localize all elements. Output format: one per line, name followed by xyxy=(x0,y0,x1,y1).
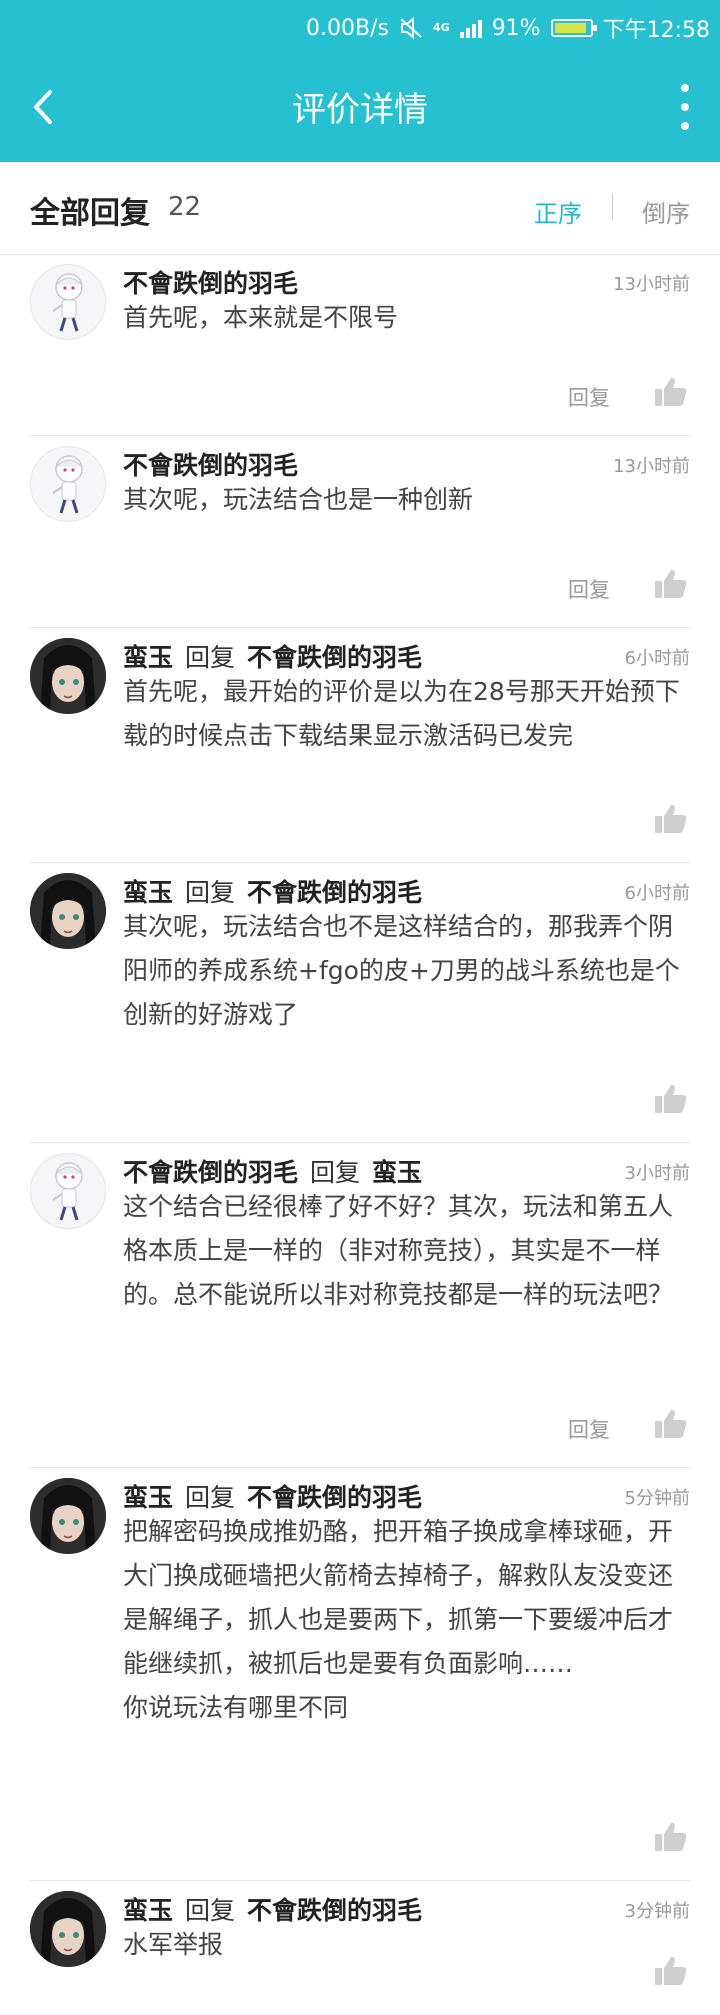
comment-item[interactable]: 不會跌倒的羽毛 回复 蛮玉 3小时前 这个结合已经很棒了好不好？其次，玩法和第五人格本质… xyxy=(0,1143,720,1468)
comment-item[interactable]: 蛮玉 回复 不會跌倒的羽毛 5分钟前把解密码换成推奶酪，把开箱子换成拿棒球砸，开大门换… xyxy=(0,1468,720,1881)
author-name[interactable]: 不會跌倒的羽毛 xyxy=(123,451,298,480)
author-name[interactable]: 蛮玉 xyxy=(123,1483,173,1512)
reply-to-name[interactable]: 蛮玉 xyxy=(372,1158,422,1187)
comment-time: 13小时前 xyxy=(613,274,690,295)
comment-text: 把解密码换成推奶酪，把开箱子换成拿棒球砸，开大门换成砸墙把火箭椅去掉椅子，解救队… xyxy=(123,1517,674,1722)
reply-button[interactable]: 回复 xyxy=(568,382,610,412)
network-type: 4G xyxy=(433,21,450,34)
comment-time: 13小时前 xyxy=(613,456,690,477)
reply-word: 回复 xyxy=(185,878,236,907)
author-name[interactable]: 蛮玉 xyxy=(123,878,173,907)
comment-author-line: 不會跌倒的羽毛 xyxy=(123,264,298,300)
author-name[interactable]: 不會跌倒的羽毛 xyxy=(123,1158,298,1187)
sort-descending-button[interactable]: 倒序 xyxy=(642,194,690,229)
avatar[interactable] xyxy=(30,264,106,340)
avatar[interactable] xyxy=(30,1891,106,1967)
battery-icon xyxy=(550,19,597,37)
comment-author-line: 不會跌倒的羽毛 回复 蛮玉 xyxy=(123,1153,422,1189)
author-name[interactable]: 蛮玉 xyxy=(123,643,173,672)
like-button[interactable] xyxy=(654,1955,688,1987)
reply-to-name[interactable]: 不會跌倒的羽毛 xyxy=(247,878,422,907)
thumbs-up-icon xyxy=(655,804,687,833)
comment-time: 3小时前 xyxy=(624,1163,690,1184)
comment-author-line: 蛮玉 回复 不會跌倒的羽毛 xyxy=(123,1891,422,1927)
avatar[interactable] xyxy=(30,1478,106,1554)
reply-word: 回复 xyxy=(185,1896,236,1925)
comment-time: 5分钟前 xyxy=(624,1488,690,1509)
more-dots-icon xyxy=(681,84,689,92)
thumbs-up-icon xyxy=(655,1084,687,1113)
thumbs-up-icon xyxy=(655,1956,687,1985)
comment-author-line: 蛮玉 回复 不會跌倒的羽毛 xyxy=(123,873,422,909)
comment-item[interactable]: 蛮玉 回复 不會跌倒的羽毛 6小时前首先呢，最开始的评价是以为在28号那天开始预下载的… xyxy=(0,628,720,863)
reply-count: 22 xyxy=(168,192,202,222)
thumbs-up-icon xyxy=(655,377,687,406)
comment-author-line: 蛮玉 回复 不會跌倒的羽毛 xyxy=(123,638,422,674)
avatar[interactable] xyxy=(30,638,106,714)
app-bar: 评价详情 xyxy=(0,52,720,162)
signal-icon xyxy=(459,18,482,38)
thumbs-up-icon xyxy=(655,569,687,598)
battery-percent: 91% xyxy=(491,15,541,41)
like-button[interactable] xyxy=(654,1821,688,1853)
like-button[interactable] xyxy=(654,1083,688,1115)
comment-author-line: 不會跌倒的羽毛 xyxy=(123,446,298,482)
author-name[interactable]: 蛮玉 xyxy=(123,1896,173,1925)
comment-author-line: 蛮玉 回复 不會跌倒的羽毛 xyxy=(123,1478,422,1514)
net-speed: 0.00B/s xyxy=(306,15,389,41)
comment-time: 6小时前 xyxy=(624,648,690,669)
comment-text: 其次呢，玩法结合也不是这样结合的，那我弄个阴阳师的养成系统+fgo的皮+刀男的战… xyxy=(123,912,680,1029)
reply-button[interactable]: 回复 xyxy=(568,1414,610,1444)
clock: 下午12:58 xyxy=(602,18,710,43)
reply-to-name[interactable]: 不會跌倒的羽毛 xyxy=(247,1483,422,1512)
avatar[interactable] xyxy=(30,1153,106,1229)
sort-ascending-button[interactable]: 正序 xyxy=(534,194,582,229)
reply-word: 回复 xyxy=(185,1483,236,1512)
comment-text: 首先呢，最开始的评价是以为在28号那天开始预下载的时候点击下载结果显示激活码已发… xyxy=(123,677,680,750)
all-replies-label: 全部回复 xyxy=(30,196,150,231)
comment-text: 这个结合已经很棒了好不好？其次，玩法和第五人格本质上是一样的（非对称竞技），其实… xyxy=(123,1192,674,1309)
thumbs-up-icon xyxy=(655,1409,687,1438)
status-bar: 0.00B/s 4G 91% 下午12:58 xyxy=(0,0,720,52)
comment-text: 水军举报 xyxy=(123,1930,224,1959)
page-title: 评价详情 xyxy=(292,90,428,130)
like-button[interactable] xyxy=(654,1408,688,1440)
like-button[interactable] xyxy=(654,376,688,408)
comment-time: 3分钟前 xyxy=(624,1901,690,1922)
comment-text: 首先呢，本来就是不限号 xyxy=(123,303,399,332)
like-button[interactable] xyxy=(654,568,688,600)
comment-item[interactable]: 不會跌倒的羽毛 13小时前首先呢，本来就是不限号回复 xyxy=(0,254,720,436)
like-button[interactable] xyxy=(654,803,688,835)
author-name[interactable]: 不會跌倒的羽毛 xyxy=(123,269,298,298)
comment-item[interactable]: 蛮玉 回复 不會跌倒的羽毛 3分钟前水军举报 xyxy=(0,1881,720,2015)
reply-word: 回复 xyxy=(185,643,236,672)
mute-vibrate-icon xyxy=(400,17,422,39)
reply-button[interactable]: 回复 xyxy=(568,574,610,604)
more-menu-button[interactable] xyxy=(670,84,700,130)
reply-word: 回复 xyxy=(310,1158,361,1187)
replies-header: 全部回复 22 正序 倒序 xyxy=(0,162,720,255)
avatar[interactable] xyxy=(30,446,106,522)
comment-item[interactable]: 蛮玉 回复 不會跌倒的羽毛 6小时前其次呢，玩法结合也不是这样结合的，那我弄个阴阳师的… xyxy=(0,863,720,1143)
comment-text: 其次呢，玩法结合也是一种创新 xyxy=(123,485,474,514)
comment-item[interactable]: 不會跌倒的羽毛 13小时前其次呢，玩法结合也是一种创新回复 xyxy=(0,436,720,628)
thumbs-up-icon xyxy=(655,1822,687,1851)
avatar[interactable] xyxy=(30,873,106,949)
reply-to-name[interactable]: 不會跌倒的羽毛 xyxy=(247,643,422,672)
sort-divider xyxy=(612,194,613,220)
comment-time: 6小时前 xyxy=(624,883,690,904)
reply-to-name[interactable]: 不會跌倒的羽毛 xyxy=(247,1896,422,1925)
